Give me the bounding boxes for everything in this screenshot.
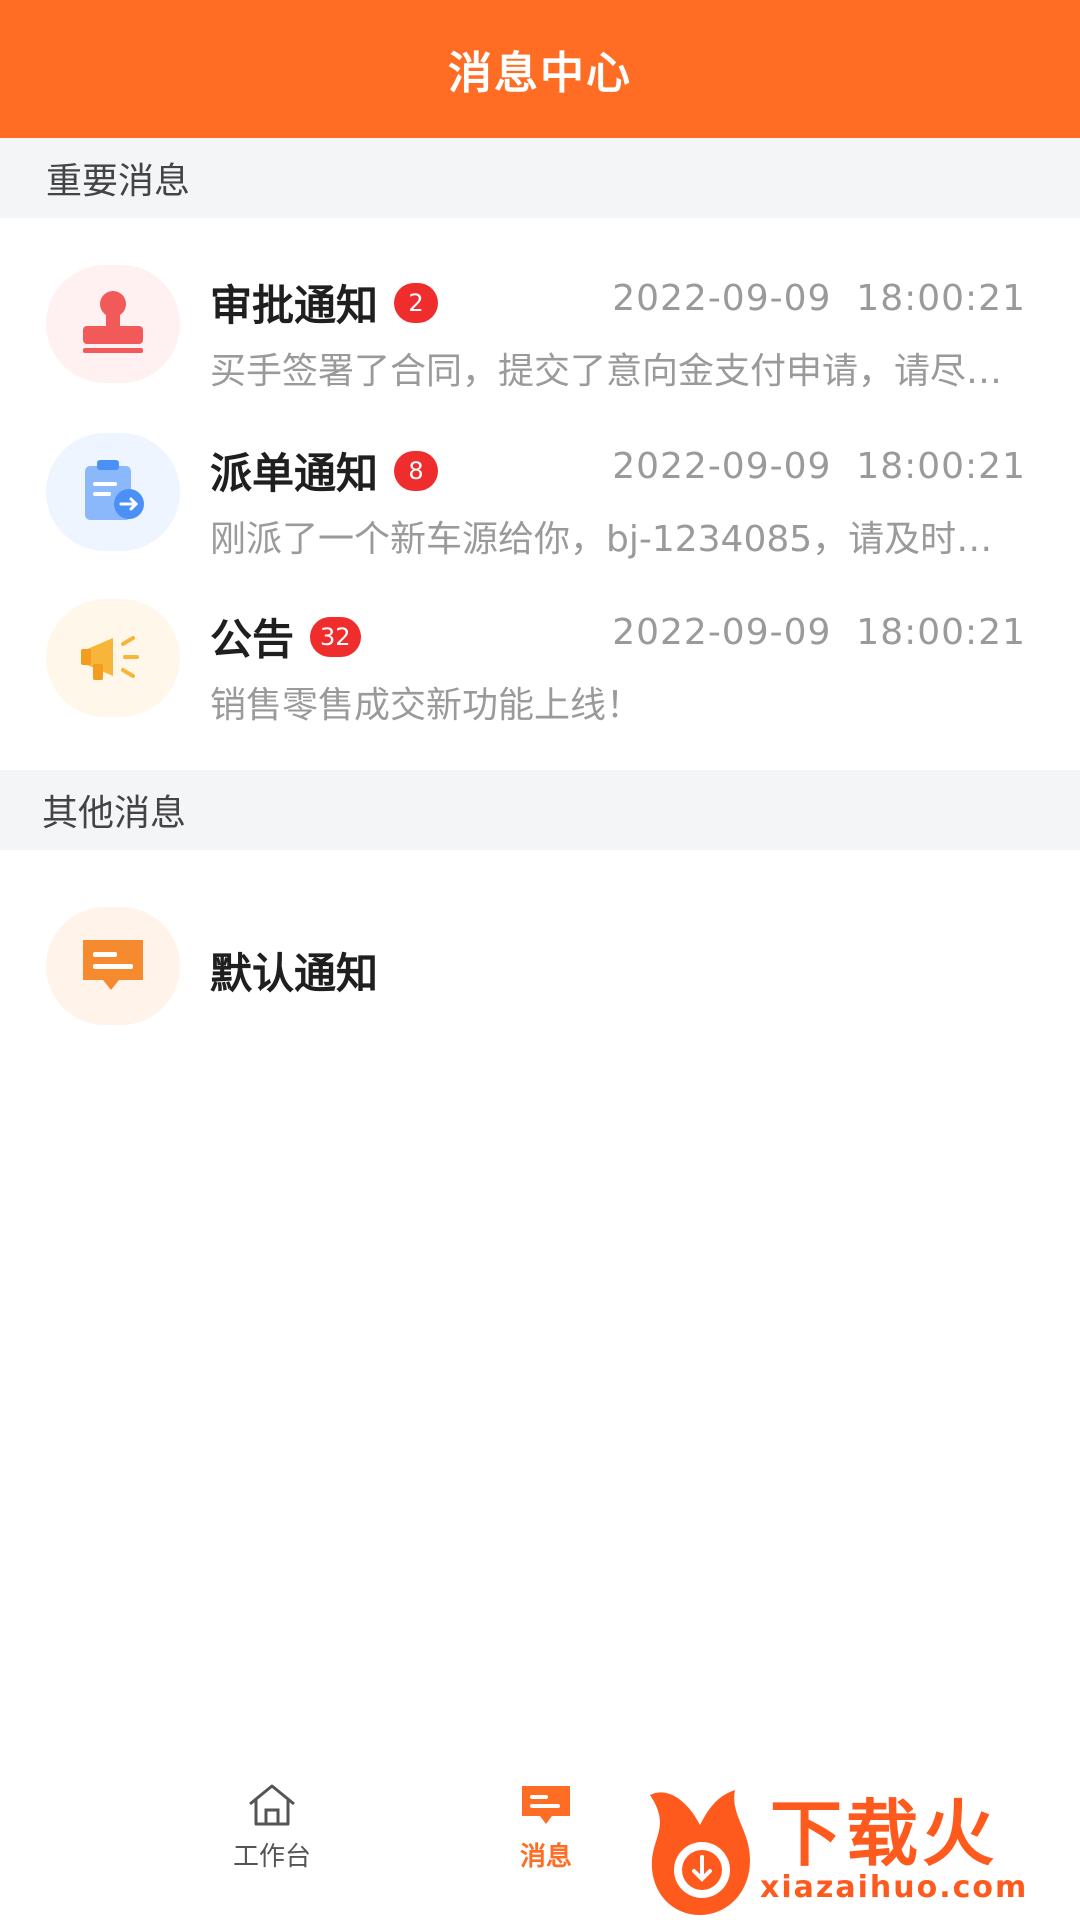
tab-label: 工作台 xyxy=(232,1842,311,1872)
message-time: 2022-09-09 18:00:21 xyxy=(612,278,1026,319)
message-title-text: 审批通知 xyxy=(210,281,379,330)
page-title: 消息中心 xyxy=(448,48,632,99)
message-title: 审批通知 2 xyxy=(210,272,439,333)
watermark-text: 下载火 xyxy=(770,1792,999,1876)
tab-label: 消息 xyxy=(519,1842,572,1872)
megaphone-icon xyxy=(46,599,180,717)
message-icon xyxy=(522,1786,570,1824)
app-header: 消息中心 xyxy=(0,0,1080,138)
tab-messages[interactable]: 消息 xyxy=(456,1780,636,1910)
message-row-approval[interactable]: 审批通知 2 2022-09-09 18:00:21 买手签署了合同，提交了意向… xyxy=(0,250,1080,400)
message-row-default[interactable]: 默认通知 xyxy=(0,892,1080,1042)
unread-badge: 8 xyxy=(394,450,439,491)
message-preview: 刚派了一个新车源给你，bj-1234085，请及时处理 xyxy=(210,519,1025,560)
message-title-text: 派单通知 xyxy=(210,449,379,498)
message-title-text: 公告 xyxy=(210,615,295,664)
section-title-other: 其他消息 xyxy=(42,793,187,834)
watermark-logo: 下载火 xiazaihuo.com xyxy=(640,1775,1080,1920)
chat-icon xyxy=(46,907,180,1025)
stamp-icon xyxy=(46,265,180,383)
message-preview: 买手签署了合同，提交了意向金支付申请，请尽快处理 xyxy=(210,351,1025,392)
unread-badge: 32 xyxy=(310,616,361,657)
message-row-announcement[interactable]: 公告 32 2022-09-09 18:00:21 销售零售成交新功能上线！ xyxy=(0,584,1080,734)
message-title: 派单通知 8 xyxy=(210,440,439,501)
home-icon xyxy=(249,1784,295,1826)
clipboard-icon xyxy=(46,433,180,551)
message-title-text: 默认通知 xyxy=(210,949,379,998)
section-header-important: 重要消息 xyxy=(0,138,1080,218)
message-title: 公告 32 xyxy=(210,606,361,667)
message-time: 2022-09-09 18:00:21 xyxy=(612,446,1026,487)
unread-badge: 2 xyxy=(394,282,439,323)
section-header-other: 其他消息 xyxy=(0,770,1080,850)
message-time: 2022-09-09 18:00:21 xyxy=(612,612,1026,653)
watermark-url: xiazaihuo.com xyxy=(760,1870,1029,1905)
section-title-important: 重要消息 xyxy=(46,161,191,202)
message-row-dispatch[interactable]: 派单通知 8 2022-09-09 18:00:21 刚派了一个新车源给你，bj… xyxy=(0,418,1080,568)
tab-workbench[interactable]: 工作台 xyxy=(182,1780,362,1910)
flame-logo-icon xyxy=(650,1790,750,1915)
message-preview: 销售零售成交新功能上线！ xyxy=(210,685,643,726)
